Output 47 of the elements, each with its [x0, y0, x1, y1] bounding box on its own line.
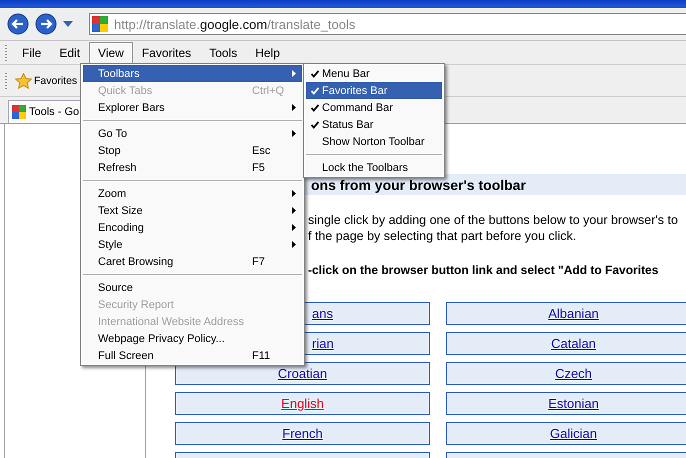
caret-icon	[63, 21, 73, 27]
forward-button[interactable]	[33, 11, 59, 37]
language-link[interactable]: rian	[312, 336, 334, 351]
menu-item[interactable]: Refresh F5	[83, 159, 302, 176]
language-link[interactable]: Czech	[555, 366, 592, 381]
language-link[interactable]: Estonian	[548, 396, 599, 411]
language-link[interactable]: Albanian	[548, 306, 599, 321]
url-text: http://translate.google.com/translate_tools	[114, 16, 356, 32]
main-menu-title[interactable]: Tools	[200, 42, 246, 64]
menu-item[interactable]: Command Bar	[306, 99, 442, 116]
menu-item[interactable]: Menu Bar	[306, 65, 442, 82]
main-menu-title[interactable]: File	[13, 42, 50, 64]
address-field[interactable]: http://translate.google.com/translate_tools	[89, 13, 686, 35]
back-button[interactable]	[5, 11, 31, 37]
menu-item[interactable]: Caret Browsing F7	[83, 253, 302, 270]
main-menu-title[interactable]: View	[89, 42, 133, 64]
menu-item[interactable]: Stop Esc	[83, 142, 302, 159]
star-icon	[15, 72, 32, 88]
language-link[interactable]: English	[281, 396, 324, 411]
paragraph-line: single click by adding one of the buttons below to your browser's to	[308, 212, 679, 228]
paragraph-line: f the page by selecting that part before you click.	[308, 228, 578, 244]
instruction-text: -click on the browser button link and select "Add to Favorites	[307, 263, 660, 277]
menu-item[interactable]: Toolbars	[83, 65, 302, 82]
main-menu-title[interactable]: Edit	[50, 42, 90, 64]
menu-item[interactable]: Go To	[83, 125, 302, 142]
menu-item[interactable]: Webpage Privacy Policy...	[83, 330, 302, 347]
language-link[interactable]: ans	[312, 306, 333, 321]
section-heading: ons from your browser's toolbar	[311, 176, 526, 192]
menu-item[interactable]: Full Screen F11	[83, 347, 302, 364]
menu-item[interactable]: Status Bar	[306, 116, 442, 133]
language-link[interactable]: French	[282, 426, 323, 441]
main-menu-title[interactable]: Help	[246, 42, 289, 64]
menu-item[interactable]: Text Size	[83, 202, 302, 219]
menu-item[interactable]: Show Norton Toolbar	[306, 133, 442, 150]
language-link[interactable]: Catalan	[551, 336, 596, 351]
language-link[interactable]: Galician	[550, 426, 597, 441]
main-menu-title[interactable]: Favorites	[132, 42, 200, 64]
site-icon	[12, 105, 26, 119]
menu-item[interactable]: Source	[83, 279, 302, 296]
menu-item[interactable]: Style	[83, 236, 302, 253]
menu-item[interactable]: Favorites Bar	[306, 82, 442, 99]
menu-item[interactable]: Lock the Toolbars	[306, 159, 442, 176]
favorites-button[interactable]: Favorites	[13, 72, 80, 88]
language-link[interactable]: Croatian	[278, 366, 328, 381]
menu-item[interactable]: Zoom	[83, 185, 302, 202]
site-icon	[92, 16, 108, 32]
menu-item[interactable]: Encoding	[83, 219, 302, 236]
